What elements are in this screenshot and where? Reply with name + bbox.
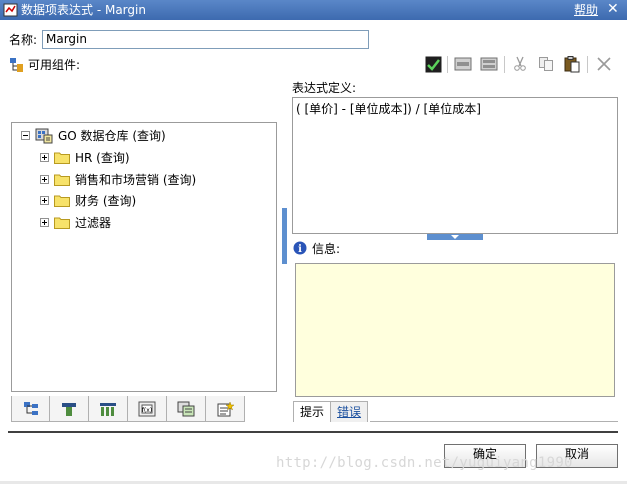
expand-icon[interactable]	[40, 196, 49, 205]
name-input[interactable]: Margin	[42, 30, 369, 49]
folder-icon	[54, 195, 70, 207]
tab-data-items-icon[interactable]	[50, 396, 89, 422]
info-tabs: 提示 错误	[293, 401, 369, 422]
folder-icon	[54, 174, 70, 186]
data-warehouse-icon	[35, 128, 53, 143]
delete-icon[interactable]	[594, 54, 614, 74]
tab-underline	[370, 421, 618, 422]
tab-source-tree-icon[interactable]	[11, 396, 50, 422]
tree-node-filters[interactable]: 过滤器	[40, 214, 111, 231]
footer-divider	[8, 431, 618, 433]
svg-text:f(x): f(x)	[142, 407, 152, 414]
tree-node-root[interactable]: GO 数据仓库 (查询)	[21, 127, 166, 144]
tab-macros-icon[interactable]	[206, 396, 245, 422]
expression-editor[interactable]: ( [单价] - [单位成本]) / [单位成本]	[292, 97, 618, 234]
toolbar-separator	[447, 56, 448, 73]
tab-errors[interactable]: 错误	[331, 401, 369, 422]
window-title: 数据项表达式 - Margin	[21, 3, 146, 17]
tree-node-label: 财务 (查询)	[75, 194, 137, 208]
info-panel	[295, 263, 615, 397]
tree-node-hr[interactable]: HR (查询)	[40, 149, 130, 166]
insert-row-alt-icon[interactable]	[479, 54, 499, 74]
source-tabs: f(x)	[11, 396, 245, 422]
folder-icon	[54, 152, 70, 164]
paste-icon[interactable]	[562, 54, 582, 74]
close-icon[interactable]: ✕	[607, 1, 619, 18]
expand-icon[interactable]	[40, 175, 49, 184]
name-label: 名称:	[9, 33, 38, 47]
components-tree[interactable]: GO 数据仓库 (查询) HR (查询) 销售和市场营销 (查询) 财务 (查询…	[11, 122, 277, 392]
tree-node-label: GO 数据仓库 (查询)	[58, 129, 166, 143]
tree-node-label: 销售和市场营销 (查询)	[75, 173, 197, 187]
cut-icon[interactable]	[510, 54, 530, 74]
tab-functions-icon[interactable]: f(x)	[128, 396, 167, 422]
copy-icon[interactable]	[536, 54, 556, 74]
tree-node-label: 过滤器	[75, 216, 112, 230]
toolbar-separator	[587, 56, 588, 73]
pane-splitter[interactable]	[282, 208, 287, 264]
components-tree-icon	[10, 58, 23, 72]
info-icon: i	[293, 241, 307, 255]
toolbar-separator	[504, 56, 505, 73]
tab-tips[interactable]: 提示	[293, 401, 332, 422]
tree-node-sales-marketing[interactable]: 销售和市场营销 (查询)	[40, 171, 196, 188]
title-bar: 数据项表达式 - Margin 帮助 ✕	[0, 0, 627, 20]
collapse-icon[interactable]	[21, 131, 30, 140]
watermark: http://blog.csdn.net/yuguiyang1990	[276, 455, 573, 471]
tab-query-items-icon[interactable]	[89, 396, 128, 422]
tree-node-finance[interactable]: 财务 (查询)	[40, 192, 136, 209]
validate-check-icon[interactable]	[423, 54, 443, 74]
insert-row-icon[interactable]	[453, 54, 473, 74]
folder-icon	[54, 217, 70, 229]
expression-window-icon	[3, 3, 18, 17]
expand-icon[interactable]	[40, 153, 49, 162]
collapse-info-handle[interactable]	[427, 234, 483, 240]
info-label: 信息:	[312, 242, 341, 256]
available-components-label: 可用组件:	[28, 58, 81, 72]
help-link[interactable]: 帮助	[574, 2, 598, 18]
expand-icon[interactable]	[40, 218, 49, 227]
tree-node-label: HR (查询)	[75, 151, 130, 165]
svg-text:i: i	[298, 244, 302, 255]
expression-label: 表达式定义:	[292, 81, 357, 95]
tab-parameters-icon[interactable]	[167, 396, 206, 422]
